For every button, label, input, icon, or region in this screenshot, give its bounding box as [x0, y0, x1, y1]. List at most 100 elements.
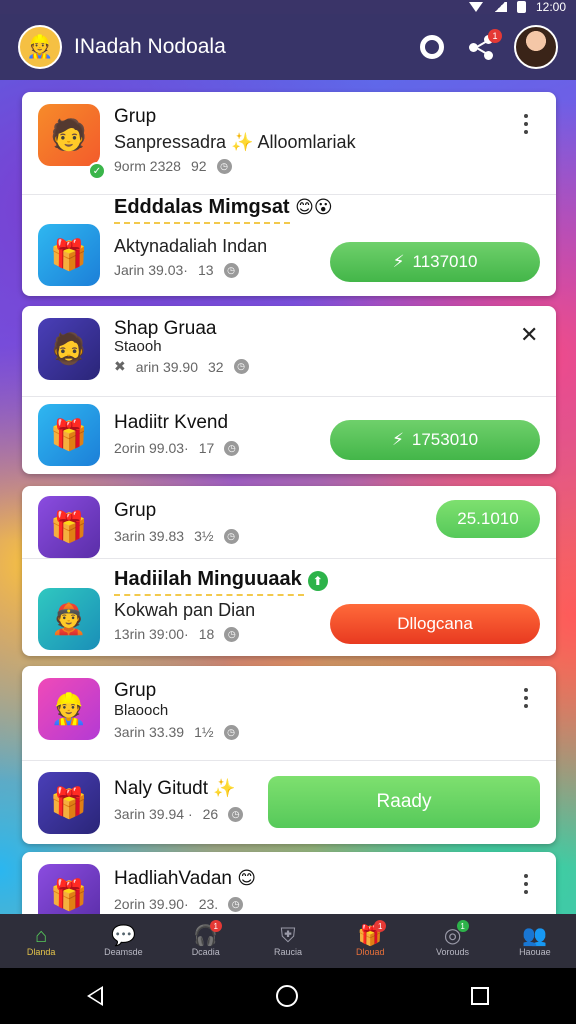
more-options-button[interactable]	[523, 114, 529, 134]
divider	[22, 760, 556, 761]
divider	[22, 396, 556, 397]
card-subtitle: Aktynadaliah Indan	[114, 236, 268, 256]
home-icon: ⌂	[35, 925, 48, 947]
card-meta: 3arin 39.83 3½ ◷	[114, 528, 239, 544]
card-meta: 3arin 33.39 1½ ◷	[114, 724, 239, 740]
action-button[interactable]: Dllogcana	[330, 604, 540, 644]
avatar-thumbnail: 🧔	[38, 318, 100, 380]
card-subtitle: Blaooch	[114, 702, 169, 719]
card-meta: 9orm 2328 92 ◷	[114, 158, 232, 174]
card-title: Shap Gruaa	[114, 318, 217, 339]
clock-icon: ◷	[223, 262, 239, 278]
gift-thumbnail: 🎁	[38, 224, 100, 286]
underline-decoration	[114, 594, 304, 596]
share-button[interactable]: 1	[464, 29, 502, 65]
online-status-icon: ✓	[88, 162, 106, 180]
card-meta: 3arin 39.94 · 26 ◷	[114, 806, 244, 822]
app-title: INadah Nodoala	[74, 35, 226, 58]
card-title: Edddalas Mimgsat 😊😮	[114, 196, 333, 218]
clock-icon: ◷	[223, 528, 239, 544]
avatar-thumbnail: 👲	[38, 588, 100, 650]
shield-icon: ⛨	[280, 925, 296, 947]
card-title: Hadiilah Minguuaak ⬆	[114, 568, 328, 591]
nav-item-home[interactable]: ⌂ Dlanda	[0, 914, 82, 968]
profile-avatar[interactable]	[514, 25, 558, 69]
nav-item-friends[interactable]: 👥 Haouae	[494, 914, 576, 968]
nav-badge: 1	[209, 920, 222, 932]
avatar-thumbnail: 👷	[38, 678, 100, 740]
bottom-navigation: ⌂ Dlanda 💬 Deamsde 🎧 1 Dcadia ⛨ Raucia 🎁…	[0, 914, 576, 968]
card-meta: Jarin 39.03· 13 ◷	[114, 262, 239, 278]
signal-icon	[492, 2, 507, 12]
avatar-thumbnail: 🧑	[38, 104, 100, 166]
clock-icon: ◷	[233, 359, 249, 374]
ready-button[interactable]: Raady	[268, 776, 540, 828]
close-button[interactable]: ✕	[520, 322, 538, 348]
group-card[interactable]: 🧑 ✓ Grup Sanpressadra ✨ Alloomlariak 9or…	[22, 92, 556, 296]
clock-icon: ◷	[216, 158, 232, 174]
nav-item-support[interactable]: 🎧 1 Dcadia	[165, 914, 247, 968]
lightning-icon: ⚡	[391, 430, 404, 449]
claim-button[interactable]: ⚡ 1137010	[330, 242, 540, 282]
gift-thumbnail: 🎁	[38, 404, 100, 466]
nav-item-security[interactable]: ⛨ Raucia	[247, 914, 329, 968]
card-title: Naly Gitudt ✨	[114, 778, 236, 799]
recents-icon[interactable]	[471, 987, 490, 1005]
card-title: Grup	[114, 680, 157, 701]
divider	[22, 558, 556, 559]
clock-icon: ◷	[228, 896, 244, 912]
claim-button[interactable]: ⚡ 1753010	[330, 420, 540, 460]
app-bar: 👷 INadah Nodoala 1	[0, 14, 576, 80]
up-arrow-icon: ⬆	[307, 571, 328, 591]
smile-emoji-icon: 😊	[237, 868, 257, 888]
users-icon: 👥	[522, 925, 548, 947]
status-bar: 12:00	[0, 0, 576, 14]
card-meta: 13rin 39:00· 18 ◷	[114, 626, 240, 642]
card-subtitle: Sanpressadra ✨ Alloomlariak	[114, 132, 356, 152]
card-title: Hadiitr Kvend	[114, 412, 229, 433]
nav-item-explore[interactable]: ◎ 1 Vorouds	[411, 914, 493, 968]
sparkle-icon: ✖	[114, 358, 126, 374]
group-card[interactable]: 🎁 Grup 3arin 39.83 3½ ◷ 25.1010 Hadiilah M…	[22, 486, 556, 656]
status-time: 12:00	[535, 0, 566, 14]
battery-icon	[516, 1, 526, 13]
amount-button[interactable]: 25.1010	[436, 500, 540, 538]
chat-icon: 💬	[110, 925, 136, 947]
nav-badge: 1	[374, 920, 387, 932]
camera-icon	[420, 35, 444, 59]
group-card[interactable]: 👷 Grup Blaooch 3arin 33.39 1½ ◷ 🎁 Naly Git…	[22, 666, 556, 844]
card-meta: 2orin 99.03· 17 ◷	[114, 440, 240, 456]
card-meta: 2orin 39.90· 23. ◷	[114, 896, 244, 912]
lightning-icon: ⚡	[392, 252, 405, 271]
card-title: Grup	[114, 500, 157, 521]
wifi-icon	[468, 2, 483, 12]
nav-badge: 1	[456, 920, 469, 932]
clock-icon: ◷	[228, 806, 244, 822]
clock-icon: ◷	[223, 724, 239, 740]
app-logo-icon: 👷	[18, 25, 62, 69]
card-subtitle: Staooh	[114, 338, 162, 355]
divider	[22, 194, 556, 195]
share-badge: 1	[488, 29, 502, 43]
more-options-button[interactable]	[523, 874, 529, 894]
group-card[interactable]: 🧔 Shap Gruaa Staooh ✖ arin 39.90 32 ◷ ✕ 🎁 H…	[22, 306, 556, 474]
card-meta: ✖ arin 39.90 32 ◷	[114, 358, 249, 375]
camera-button[interactable]	[414, 29, 450, 65]
sparkle-icon: ✨	[231, 132, 254, 152]
nav-item-chat[interactable]: 💬 Deamsde	[82, 914, 164, 968]
smile-emoji-icon: 😊😮	[295, 197, 333, 217]
back-icon[interactable]	[86, 986, 103, 1006]
card-subtitle: Kokwah pan Dian	[114, 600, 256, 620]
group-card[interactable]: 🎁 HadliahVadan 😊 2orin 39.90· 23. ◷	[22, 852, 556, 922]
gift-thumbnail: 🎁	[38, 496, 100, 558]
nav-item-gift[interactable]: 🎁 1 Dlouad	[329, 914, 411, 968]
more-options-button[interactable]	[523, 688, 529, 708]
clock-icon: ◷	[224, 626, 240, 642]
card-title: Grup	[114, 106, 157, 127]
home-button-icon[interactable]	[275, 985, 298, 1007]
underline-decoration	[114, 222, 290, 224]
card-title: HadliahVadan 😊	[114, 868, 257, 889]
sparkle-icon: ✨	[213, 778, 236, 798]
gift-thumbnail: 🎁	[38, 772, 100, 834]
system-navigation-bar	[0, 968, 576, 1024]
